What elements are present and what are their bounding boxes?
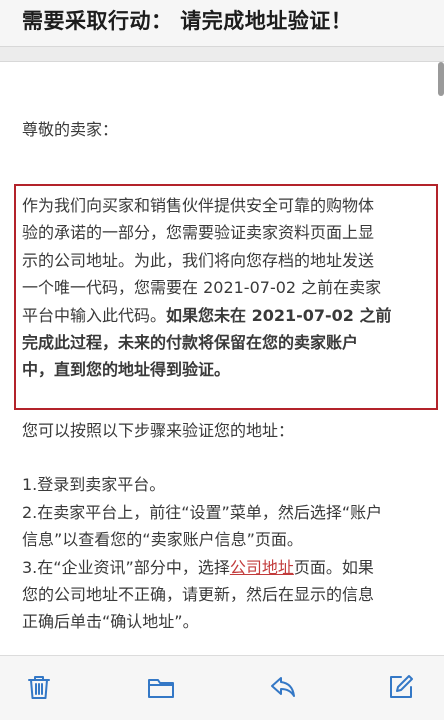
step-3-line3: 正确后单击“确认地址”。 bbox=[22, 612, 199, 632]
reply-icon bbox=[271, 677, 295, 697]
step-3-suffix: 页面。如果 bbox=[293, 557, 374, 577]
steps-intro: 您可以按照以下步骤来验证您的地址： bbox=[22, 421, 295, 440]
step-2-line1: 2.在卖家平台上，前往“设置”菜单，然后选择“账户 bbox=[22, 502, 383, 522]
email-subject: 需要采取行动： 请完成地址验证！ bbox=[22, 9, 353, 33]
notice-paragraph: 作为我们向买家和销售伙伴提供安全可靠的购物体 验的承诺的一部分，您需要验证卖家资… bbox=[22, 192, 432, 384]
notice-line: 验的承诺的一部分，您需要验证卖家资料页面上显 bbox=[22, 223, 375, 243]
step-3-line2: 您的公司地址不正确，请更新，然后在显示的信息 bbox=[22, 585, 375, 605]
trash-icon bbox=[28, 676, 50, 699]
step-1: 1.登录到卖家平台。 bbox=[22, 475, 166, 495]
notice-line: 示的公司地址。为此，我们将向您存档的地址发送 bbox=[22, 250, 375, 270]
notice-bold-inline: 如果您未在 2021-07-02 之前 bbox=[166, 305, 392, 325]
step-2-line2: 信息”以查看您的“卖家账户信息”页面。 bbox=[22, 530, 303, 550]
reply-button[interactable] bbox=[266, 670, 300, 704]
compose-button[interactable] bbox=[384, 670, 418, 704]
company-address-link[interactable]: 公司地址 bbox=[230, 558, 294, 577]
steps-section: 您可以按照以下步骤来验证您的地址： 1.登录到卖家平台。 2.在卖家平台上，前往… bbox=[22, 417, 432, 636]
notice-bold-line: 完成此过程，未来的付款将保留在您的卖家账户 bbox=[22, 333, 359, 353]
notice-bold-line: 中，直到您的地址得到验证。 bbox=[22, 360, 231, 380]
email-header: 需要采取行动： 请完成地址验证！ bbox=[0, 0, 444, 46]
step-3-prefix: 3.在“企业资讯”部分中，选择 bbox=[22, 557, 230, 577]
notice-line-mixed: 平台中输入此代码。如果您未在 2021-07-02 之前 bbox=[22, 302, 432, 329]
header-divider bbox=[0, 46, 444, 62]
trash-button[interactable] bbox=[22, 670, 56, 704]
notice-line: 平台中输入此代码。 bbox=[22, 305, 167, 325]
move-to-folder-button[interactable] bbox=[144, 670, 178, 704]
step-3-line1: 3.在“企业资讯”部分中，选择公司地址页面。如果 bbox=[22, 554, 432, 581]
scrollbar[interactable] bbox=[438, 62, 444, 96]
notice-line: 一个唯一代码，您需要在 2021-07-02 之前在卖家 bbox=[22, 278, 382, 298]
notice-line: 作为我们向买家和销售伙伴提供安全可靠的购物体 bbox=[22, 196, 375, 215]
greeting: 尊敬的卖家： bbox=[22, 120, 119, 139]
mail-toolbar bbox=[0, 655, 444, 720]
folder-icon bbox=[148, 679, 174, 698]
compose-icon bbox=[390, 675, 413, 698]
